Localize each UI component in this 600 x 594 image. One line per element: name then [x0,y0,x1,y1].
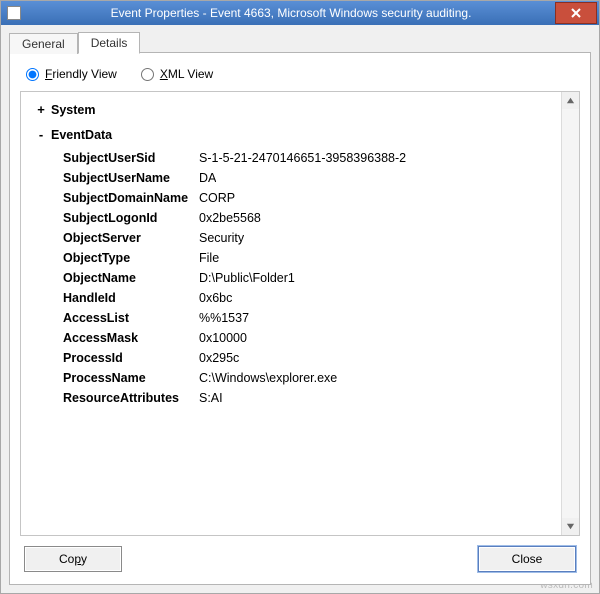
plus-icon[interactable]: + [35,100,47,121]
friendly-view-radio[interactable] [26,68,39,81]
field-value: 0x2be5568 [199,208,261,228]
field-row: ObjectServerSecurity [63,228,559,248]
field-key: ObjectType [63,248,199,268]
field-value: File [199,248,219,268]
system-node-label: System [51,100,95,120]
tab-general[interactable]: General [9,33,78,54]
copy-button[interactable]: Copy [24,546,122,572]
field-key: SubjectLogonId [63,208,199,228]
window-title: Event Properties - Event 4663, Microsoft… [27,6,555,20]
field-row: SubjectUserSidS-1-5-21-2470146651-395839… [63,148,559,168]
field-value: S:AI [199,388,223,408]
close-icon [571,8,581,18]
field-value: DA [199,168,216,188]
field-row: ResourceAttributesS:AI [63,388,559,408]
field-key: ObjectServer [63,228,199,248]
scroll-up-button[interactable] [562,92,579,109]
field-row: AccessMask0x10000 [63,328,559,348]
field-row: ProcessNameC:\Windows\explorer.exe [63,368,559,388]
eventdata-fields: SubjectUserSidS-1-5-21-2470146651-395839… [63,148,559,408]
chevron-up-icon [566,96,575,105]
vertical-scrollbar[interactable] [561,92,579,535]
field-key: ProcessName [63,368,199,388]
event-properties-window: Event Properties - Event 4663, Microsoft… [0,0,600,594]
event-details-content: + System - EventData SubjectUserSidS-1-5… [20,91,580,536]
field-row: SubjectDomainNameCORP [63,188,559,208]
client-area: General Details Friendly View XML View +… [1,25,599,593]
scroll-down-button[interactable] [562,518,579,535]
field-value: C:\Windows\explorer.exe [199,368,337,388]
friendly-view-option[interactable]: Friendly View [26,67,117,81]
eventdata-node[interactable]: - EventData [35,125,559,146]
friendly-view-label: Friendly View [45,67,117,81]
field-key: ProcessId [63,348,199,368]
close-button[interactable]: Close [478,546,576,572]
field-row: SubjectLogonId0x2be5568 [63,208,559,228]
field-row: ObjectNameD:\Public\Folder1 [63,268,559,288]
field-row: SubjectUserNameDA [63,168,559,188]
tab-details[interactable]: Details [78,32,141,54]
field-row: HandleId0x6bc [63,288,559,308]
details-panel: Friendly View XML View + System - EventD… [9,52,591,585]
titlebar[interactable]: Event Properties - Event 4663, Microsoft… [1,1,599,25]
tabstrip: General Details [9,31,591,53]
chevron-down-icon [566,522,575,531]
field-key: SubjectDomainName [63,188,199,208]
view-mode-group: Friendly View XML View [20,63,580,91]
field-key: ObjectName [63,268,199,288]
system-node[interactable]: + System [35,100,559,121]
field-key: SubjectUserName [63,168,199,188]
field-key: HandleId [63,288,199,308]
field-key: AccessList [63,308,199,328]
xml-view-option[interactable]: XML View [141,67,213,81]
field-row: AccessList%%1537 [63,308,559,328]
field-value: Security [199,228,244,248]
field-value: D:\Public\Folder1 [199,268,295,288]
close-button-label: Close [512,552,543,566]
field-key: AccessMask [63,328,199,348]
field-value: 0x10000 [199,328,247,348]
xml-view-radio[interactable] [141,68,154,81]
scroll-track[interactable] [562,109,579,518]
close-window-button[interactable] [555,2,597,24]
eventdata-node-label: EventData [51,125,112,145]
field-value: CORP [199,188,235,208]
dialog-footer: Copy Close [20,536,580,574]
xml-view-label: XML View [160,67,213,81]
field-row: ObjectTypeFile [63,248,559,268]
field-row: ProcessId0x295c [63,348,559,368]
field-value: 0x6bc [199,288,232,308]
field-key: SubjectUserSid [63,148,199,168]
field-value: %%1537 [199,308,249,328]
minus-icon[interactable]: - [35,125,47,146]
app-icon [7,6,21,20]
field-value: S-1-5-21-2470146651-3958396388-2 [199,148,406,168]
field-value: 0x295c [199,348,239,368]
field-key: ResourceAttributes [63,388,199,408]
